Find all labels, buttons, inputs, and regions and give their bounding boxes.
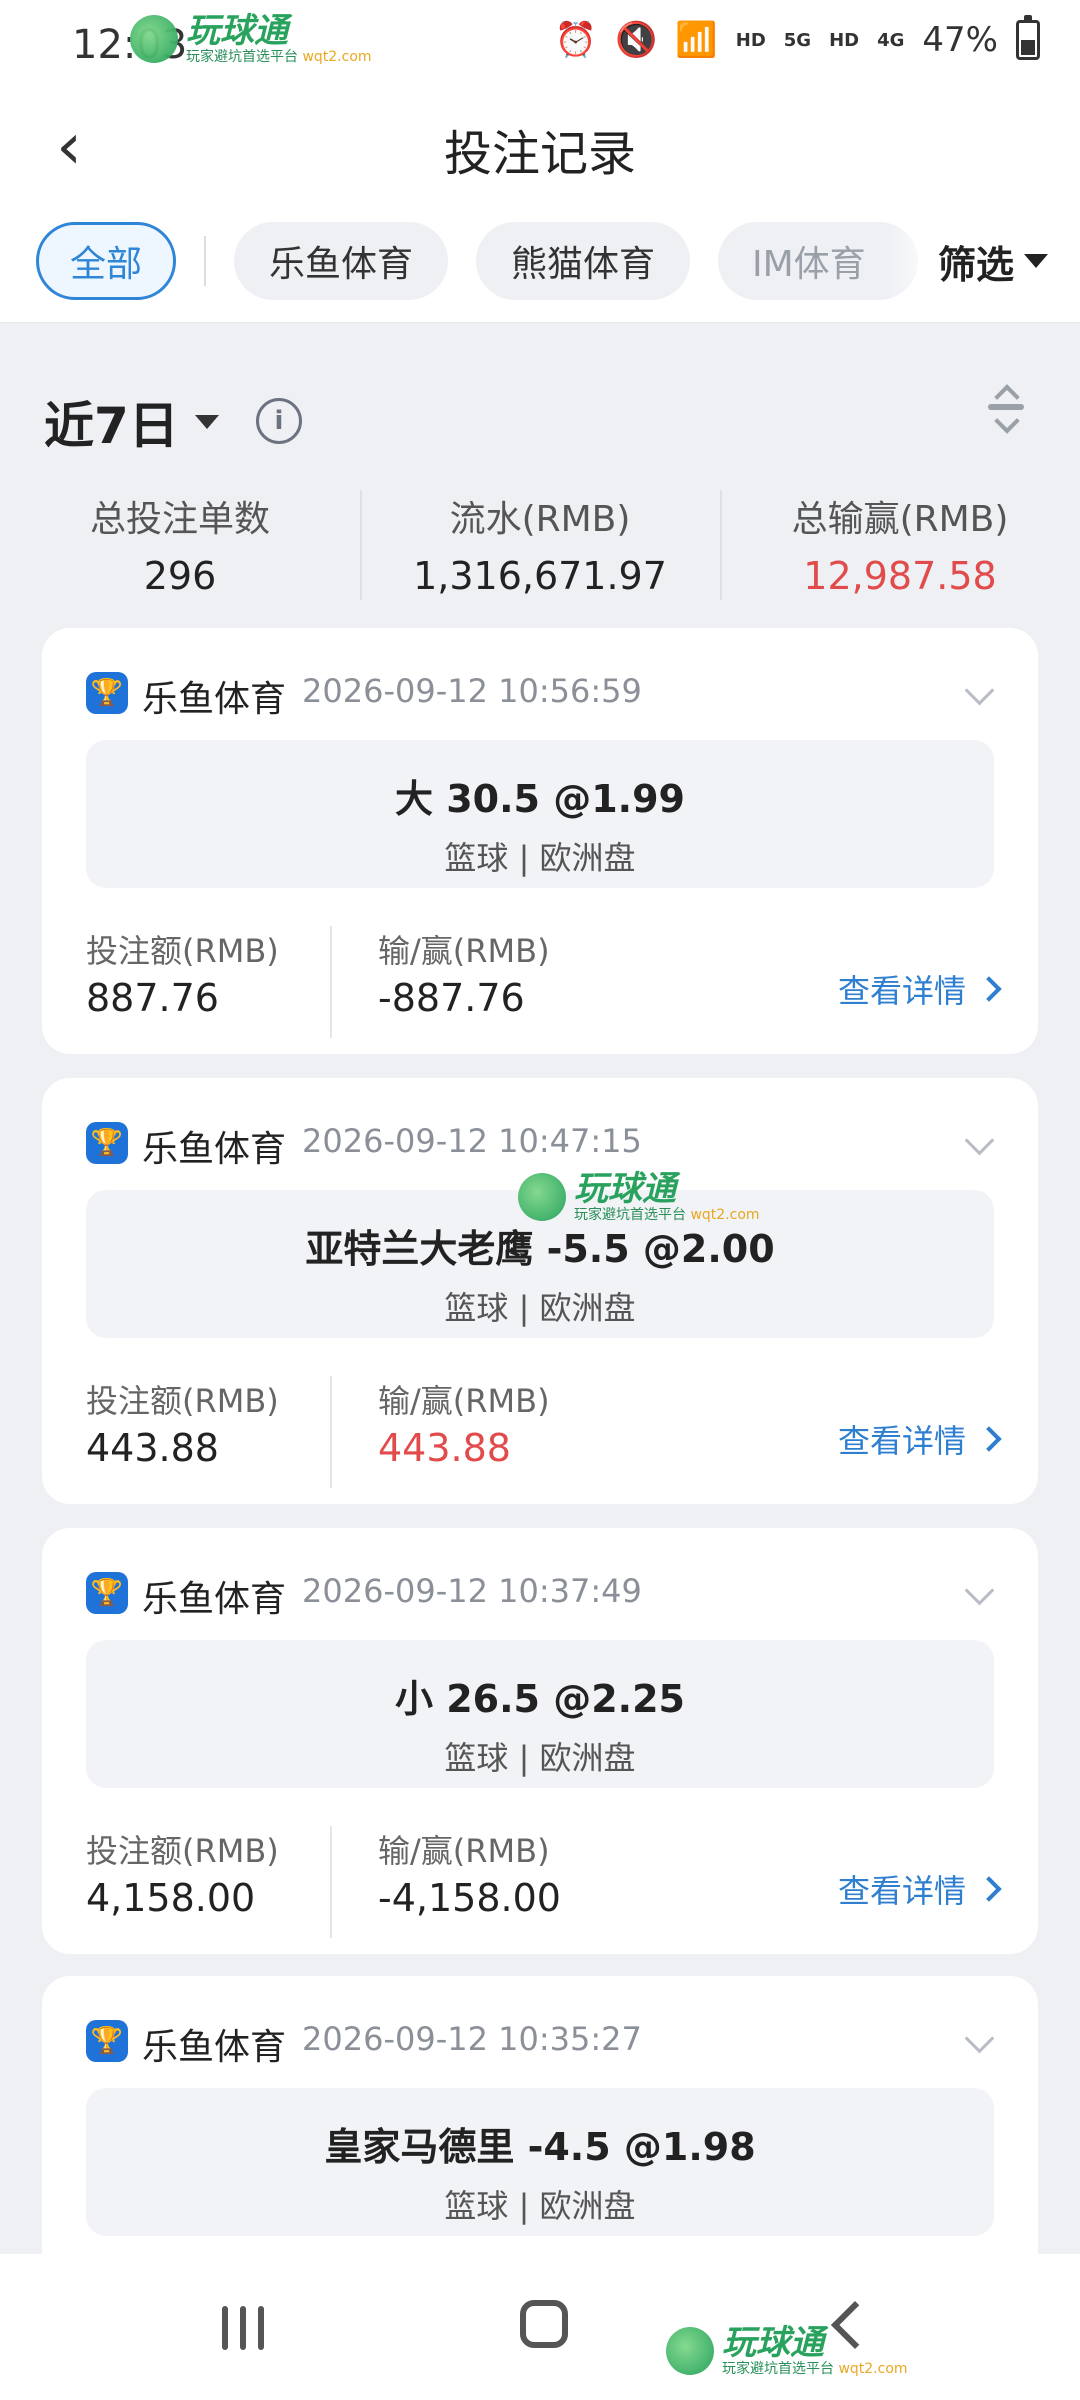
chevron-right-icon	[976, 976, 1002, 1002]
tab-panda[interactable]: 熊猫体育	[476, 222, 690, 300]
stake-label: 投注额(RMB)	[86, 1832, 279, 1870]
alarm-icon: ⏰	[554, 20, 598, 60]
winloss-value: -4,158.00	[378, 1876, 561, 1920]
bet-market: 篮球 | 欧洲盘	[444, 2187, 636, 2225]
trophy-icon: 🏆	[86, 2020, 128, 2062]
chevron-right-icon	[976, 1426, 1002, 1452]
bet-market: 篮球 | 欧洲盘	[444, 839, 636, 877]
trophy-icon: 🏆	[86, 672, 128, 714]
chevron-down-icon[interactable]	[964, 675, 995, 706]
summary-stats: 总投注单数 296 流水(RMB) 1,316,671.97 总输赢(RMB) …	[0, 490, 1080, 600]
tab-divider	[204, 236, 206, 286]
bet-time: 2026-09-12 10:37:49	[302, 1572, 642, 1610]
stake-label: 投注额(RMB)	[86, 932, 279, 970]
bet-selection: 小 26.5 @2.25 篮球 | 欧洲盘	[86, 1640, 994, 1788]
watermark-tagline: 玩家避坑首选平台 wqt2.com	[186, 49, 372, 65]
page-title: 投注记录	[443, 126, 636, 182]
watermark-name: 玩球通	[186, 11, 288, 51]
stake-label: 投注额(RMB)	[86, 1382, 279, 1420]
winloss-label: 输/赢(RMB)	[378, 932, 550, 970]
bet-vendor: 乐鱼体育	[142, 679, 287, 720]
network-hd-2: HD	[829, 29, 860, 51]
chevron-down-icon[interactable]	[964, 1575, 995, 1606]
period-label: 近7日	[44, 397, 179, 455]
bet-vendor: 乐鱼体育	[142, 1579, 287, 1620]
caret-down-icon	[194, 415, 219, 429]
bet-card[interactable]: 🏆 乐鱼体育 2026-09-12 10:56:59 大 30.5 @1.99 …	[42, 628, 1038, 1054]
network-4g: 4G	[877, 29, 905, 51]
stat-total-count: 总投注单数 296	[89, 499, 270, 598]
chevron-down-icon[interactable]	[964, 1125, 995, 1156]
info-icon[interactable]: i	[256, 398, 302, 444]
bet-pick: 大 30.5 @1.99	[395, 777, 685, 821]
bet-pick: 小 26.5 @2.25	[395, 1677, 685, 1721]
period-selector[interactable]: 近7日	[44, 386, 219, 458]
bet-selection: 大 30.5 @1.99 篮球 | 欧洲盘	[86, 740, 994, 888]
watermark-bottom: 玩球通 玩家避坑首选平台 wqt2.com	[666, 2326, 908, 2376]
trophy-icon: 🏆	[86, 1122, 128, 1164]
stake-value: 887.76	[86, 976, 219, 1020]
chevron-down-icon[interactable]	[964, 2023, 995, 2054]
view-detail-link[interactable]: 查看详情	[838, 966, 1002, 1012]
battery-percent: 47%	[922, 20, 998, 60]
filter-label: 筛选	[937, 242, 1014, 287]
trophy-icon: 🏆	[86, 1572, 128, 1614]
watermark-logo-icon	[130, 15, 178, 63]
battery-icon	[1016, 15, 1040, 60]
watermark-middle: 玩球通 玩家避坑首选平台 wqt2.com	[518, 1172, 760, 1222]
collapse-expand-icon[interactable]	[984, 382, 1028, 434]
bet-time: 2026-09-12 10:47:15	[302, 1122, 642, 1160]
bet-market: 篮球 | 欧洲盘	[444, 1739, 636, 1777]
bet-card[interactable]: 🏆 乐鱼体育 2026-09-12 10:35:27 皇家马德里 -4.5 @1…	[42, 1976, 1038, 2276]
chevron-right-icon	[976, 1876, 1002, 1902]
view-detail-link[interactable]: 查看详情	[838, 1416, 1002, 1462]
stat-total-winloss: 总输赢(RMB) 12,987.58	[791, 499, 1009, 598]
bet-market: 篮球 | 欧洲盘	[444, 1289, 636, 1327]
vendor-tabs: 全部 乐鱼体育 熊猫体育 IM体育 筛选	[0, 200, 1080, 323]
bet-card[interactable]: 🏆 乐鱼体育 2026-09-12 10:47:15 亚特兰大老鹰 -5.5 @…	[42, 1078, 1038, 1504]
mute-icon: 🔇	[615, 20, 658, 60]
bet-time: 2026-09-12 10:56:59	[302, 672, 642, 710]
bet-time: 2026-09-12 10:35:27	[302, 2020, 642, 2058]
winloss-label: 输/赢(RMB)	[378, 1382, 550, 1420]
view-detail-link[interactable]: 查看详情	[838, 1866, 1002, 1912]
bet-vendor: 乐鱼体育	[142, 2027, 287, 2068]
network-hd-1: HD	[735, 29, 766, 51]
filter-button[interactable]: 筛选	[888, 200, 1058, 322]
wifi-icon: 📶	[675, 20, 718, 60]
winloss-value: 443.88	[378, 1426, 511, 1470]
stake-value: 4,158.00	[86, 1876, 256, 1920]
bet-card[interactable]: 🏆 乐鱼体育 2026-09-12 10:37:49 小 26.5 @2.25 …	[42, 1528, 1038, 1954]
caret-down-icon	[1024, 254, 1048, 268]
status-icons: ⏰ 🔇 📶 HD 5G HD 4G 47%	[554, 15, 1040, 60]
tab-leyu[interactable]: 乐鱼体育	[234, 222, 448, 300]
bet-pick: 皇家马德里 -4.5 @1.98	[324, 2125, 756, 2169]
network-5g: 5G	[783, 29, 812, 51]
bet-selection: 皇家马德里 -4.5 @1.98 篮球 | 欧洲盘	[86, 2088, 994, 2236]
recent-apps-button[interactable]	[222, 2306, 266, 2350]
winloss-label: 输/赢(RMB)	[378, 1832, 550, 1870]
system-nav-bar	[0, 2254, 1080, 2400]
page-header: ‹ 投注记录	[0, 90, 1080, 200]
stat-turnover: 流水(RMB) 1,316,671.97	[413, 499, 667, 598]
winloss-value: -887.76	[378, 976, 525, 1020]
bet-vendor: 乐鱼体育	[142, 1129, 287, 1170]
stake-value: 443.88	[86, 1426, 219, 1470]
home-button[interactable]	[520, 2300, 568, 2348]
watermark-logo-icon	[666, 2327, 714, 2375]
watermark-top: 玩球通 玩家避坑首选平台 wqt2.com	[130, 14, 372, 64]
watermark-logo-icon	[518, 1173, 566, 1221]
tab-all[interactable]: 全部	[36, 222, 176, 300]
bet-pick: 亚特兰大老鹰 -5.5 @2.00	[305, 1227, 775, 1271]
